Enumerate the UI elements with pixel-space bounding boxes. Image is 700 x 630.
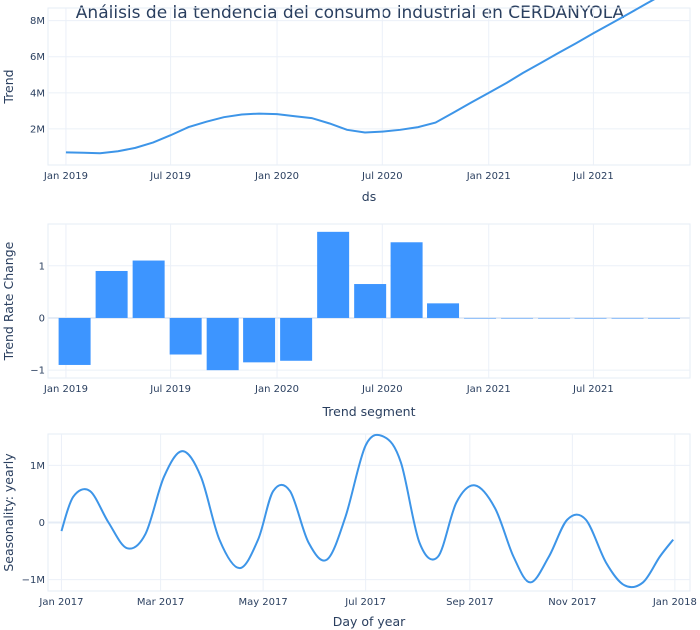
- bar: [95, 270, 128, 318]
- bar: [58, 317, 91, 365]
- x-tick-label: Jul 2019: [149, 384, 191, 395]
- seasonality-line: [60, 433, 674, 589]
- bar: [390, 242, 423, 318]
- y-tick-label: 0: [39, 518, 45, 529]
- x-tick-label: Jul 2020: [361, 171, 403, 182]
- x-tick-label: Jan 2020: [254, 171, 299, 182]
- x-tick-label: May 2017: [238, 597, 287, 608]
- y-tick-label: 6M: [30, 52, 45, 63]
- x-tick-label: Jan 2021: [466, 171, 511, 182]
- x-tick-label: Jan 2020: [254, 384, 299, 395]
- bar: [464, 317, 497, 319]
- bar: [611, 317, 644, 319]
- x-tick-label: Nov 2017: [548, 597, 596, 608]
- x-tick-label: Jan 2018: [652, 597, 697, 608]
- trend-panel: Jan 2019 Jul 2019 Jan 2020 Jul 2020 Jan 2021…: [1, 0, 691, 204]
- x-tick-label: Jul 2017: [344, 597, 386, 608]
- y-tick-label: 1M: [30, 461, 45, 472]
- x-axis-title: ds: [362, 189, 376, 204]
- y-tick-label: −1M: [22, 575, 45, 586]
- x-tick-label: Jul 2019: [149, 171, 191, 182]
- x-tick-label: Mar 2017: [137, 597, 185, 608]
- x-axis-title: Day of year: [333, 614, 406, 629]
- bar: [647, 317, 680, 319]
- x-tick-label: Jul 2020: [361, 384, 403, 395]
- x-tick-label: Jul 2021: [572, 171, 614, 182]
- bar: [317, 231, 350, 318]
- x-axis-title: Trend segment: [321, 404, 415, 419]
- x-tick-label: Jan 2017: [38, 597, 83, 608]
- bar: [169, 317, 202, 355]
- bar: [243, 317, 276, 363]
- seasonality-yearly-panel: Jan 2017 Mar 2017 May 2017 Jul 2017 Sep 2017…: [1, 433, 697, 629]
- x-tick-label: Jan 2021: [466, 384, 511, 395]
- bar: [538, 317, 571, 319]
- bar: [354, 284, 387, 318]
- bar: [206, 317, 239, 371]
- plot-frame: [47, 433, 691, 592]
- y-axis-title: Trend: [1, 69, 16, 104]
- y-axis-title: Seasonality: yearly: [1, 453, 16, 572]
- x-tick-label: Jan 2019: [43, 384, 88, 395]
- y-tick-label: 1: [39, 261, 45, 272]
- y-tick-label: −1: [30, 366, 45, 377]
- chart-title: Análisis de la tendencia del consumo ind…: [76, 3, 625, 23]
- bar: [427, 303, 460, 318]
- trend-rate-change-panel: Jan 2019 Jul 2019 Jan 2020 Jul 2020 Jan 2021…: [1, 223, 691, 419]
- bar: [574, 317, 607, 319]
- y-tick-label: 4M: [30, 88, 45, 99]
- y-tick-label: 2M: [30, 124, 45, 135]
- y-tick-label: 8M: [30, 16, 45, 27]
- x-tick-label: Sep 2017: [446, 597, 493, 608]
- y-tick-label: 0: [39, 313, 45, 324]
- y-axis-title: Trend Rate Change: [1, 241, 16, 361]
- bar: [280, 317, 313, 361]
- figure: Análisis de la tendencia del consumo ind…: [1, 0, 697, 629]
- bar: [132, 260, 165, 318]
- x-tick-label: Jan 2019: [43, 171, 88, 182]
- bar: [501, 317, 534, 319]
- x-tick-label: Jul 2021: [572, 384, 614, 395]
